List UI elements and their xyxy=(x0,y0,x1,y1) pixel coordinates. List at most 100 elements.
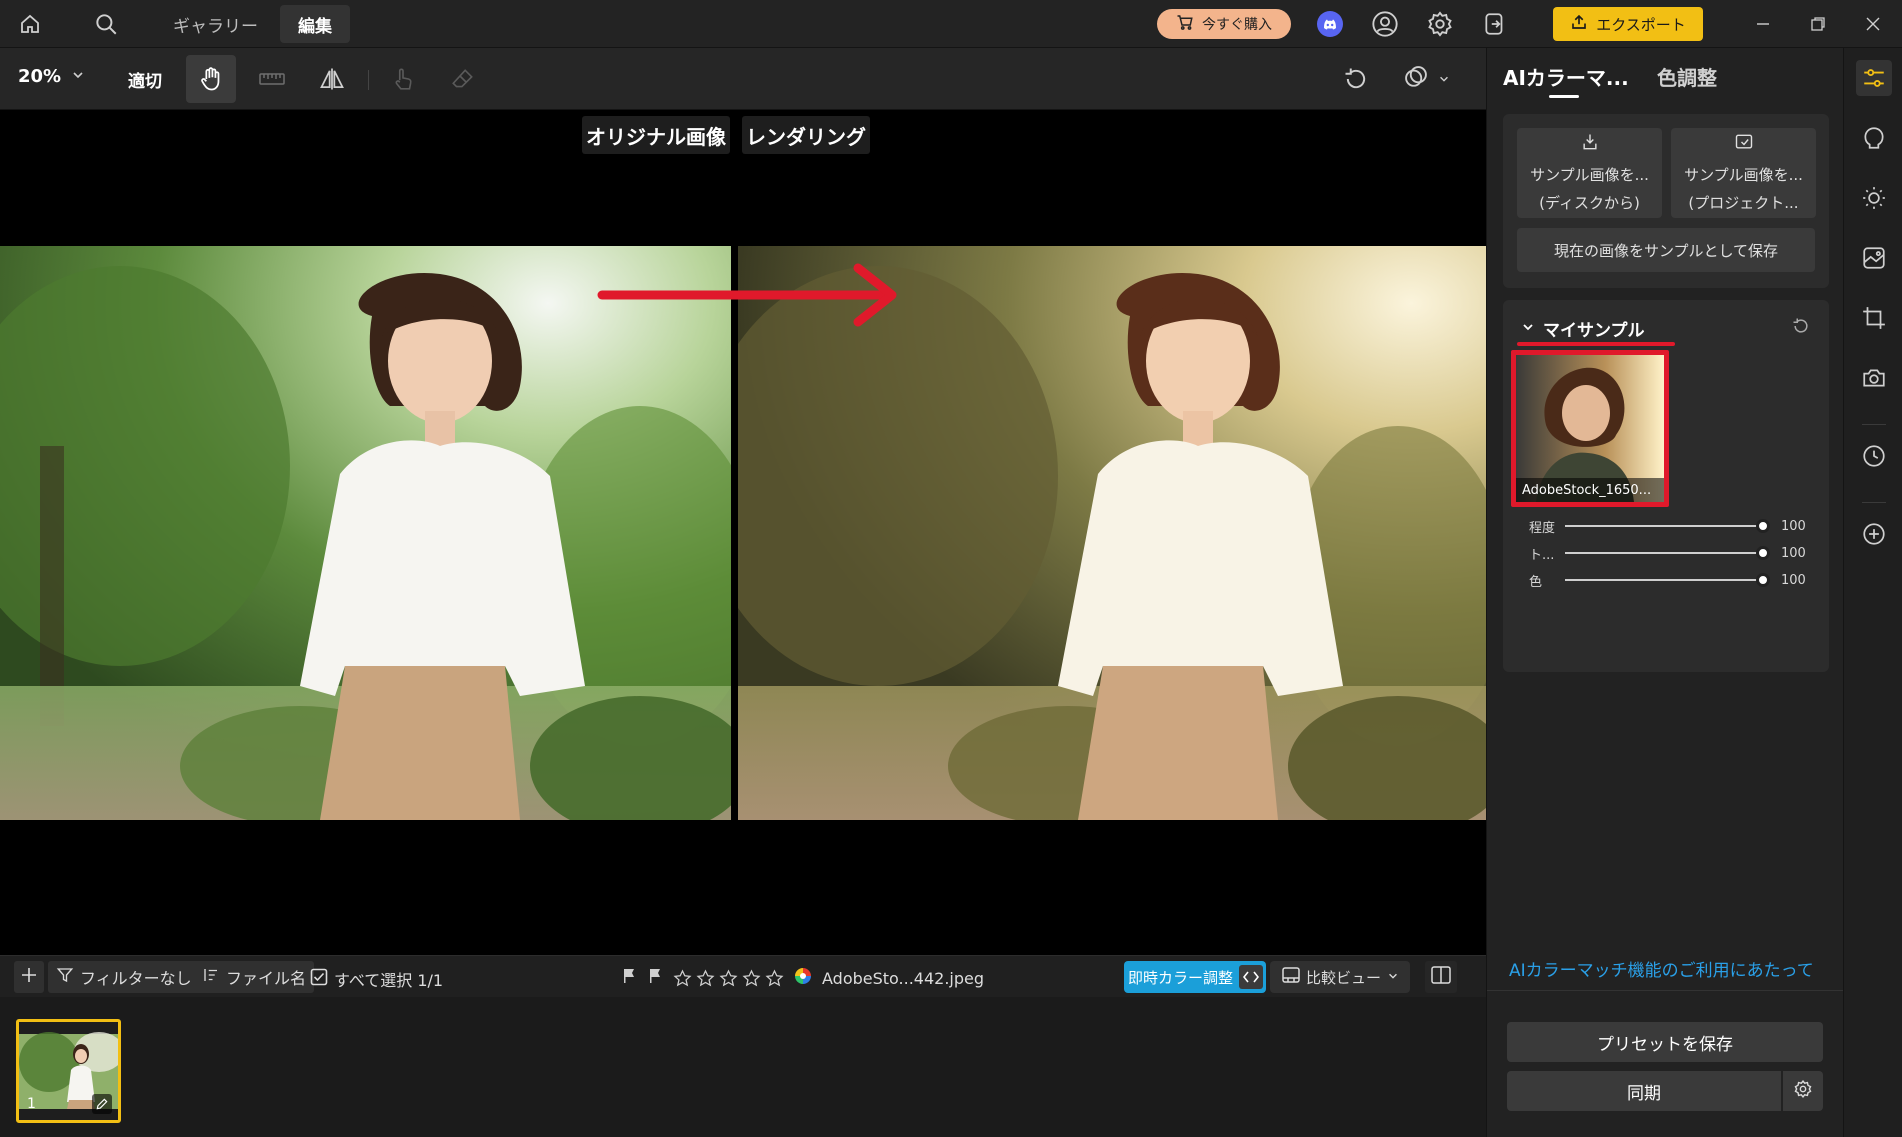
tab-color-adjust[interactable]: 色調整 xyxy=(1657,62,1717,91)
edited-pencil-icon xyxy=(92,1094,112,1114)
refresh-icon[interactable] xyxy=(1791,316,1811,340)
discord-icon[interactable] xyxy=(1316,10,1344,38)
slider-value: 100 xyxy=(1781,572,1806,588)
panel-divider xyxy=(1487,990,1844,991)
tone-slider[interactable]: ト... 100 xyxy=(1517,539,1815,567)
reset-icon[interactable] xyxy=(1331,55,1381,103)
zoom-dropdown[interactable]: 20% xyxy=(18,66,85,87)
sort-button[interactable]: ファイル名 xyxy=(194,961,315,993)
sample-from-project-button[interactable]: サンプル画像を... (プロジェクト... xyxy=(1671,128,1816,218)
account-icon[interactable] xyxy=(1371,10,1399,38)
red-underline-annotation xyxy=(1517,342,1675,346)
chevron-down-icon xyxy=(71,66,85,87)
reject-flag-icon[interactable] xyxy=(647,968,663,988)
tab-edit[interactable]: 編集 xyxy=(280,5,350,43)
color-slider[interactable]: 色 100 xyxy=(1517,566,1815,594)
cart-icon xyxy=(1176,13,1194,35)
add-icon[interactable] xyxy=(1856,516,1892,552)
overlay-menu[interactable] xyxy=(1391,55,1461,103)
star-icon xyxy=(673,969,692,986)
sample-disk-line1: サンプル画像を... xyxy=(1530,165,1649,184)
adjustment-panel: AIカラーマ... 色調整 サンプル画像を... (ディスクから) サンプル画像… xyxy=(1486,48,1844,1137)
search-icon[interactable] xyxy=(92,10,120,38)
sign-in-icon[interactable] xyxy=(1481,10,1509,38)
rail-divider xyxy=(1862,424,1886,425)
export-label: エクスポート xyxy=(1596,15,1686,34)
touch-tool-icon[interactable] xyxy=(378,55,428,103)
edit-toolbar: 20% 適切 xyxy=(0,48,1486,110)
sort-icon xyxy=(202,966,220,988)
split-view-icon xyxy=(1431,966,1451,988)
hand-tool-icon[interactable] xyxy=(186,55,236,103)
settings-icon[interactable] xyxy=(1426,10,1454,38)
slider-track[interactable] xyxy=(1565,546,1770,560)
sample-source-card: サンプル画像を... (ディスクから) サンプル画像を... (プロジェクト..… xyxy=(1503,114,1829,288)
strength-slider[interactable]: 程度 100 xyxy=(1517,512,1815,540)
split-view-button[interactable] xyxy=(1425,961,1457,993)
slider-track[interactable] xyxy=(1565,519,1770,533)
rating-controls: AdobeSto...442.jpeg xyxy=(621,967,984,989)
star-rating[interactable] xyxy=(673,969,784,988)
compare-divider[interactable] xyxy=(731,246,738,820)
checkbox-checked-icon xyxy=(310,968,328,990)
buy-now-label: 今すぐ購入 xyxy=(1202,17,1272,33)
history-icon[interactable] xyxy=(1856,438,1892,474)
ai-color-match-info-link[interactable]: AIカラーマッチ機能のご利用にあたって xyxy=(1509,956,1814,981)
thumbnail-index: 1 xyxy=(27,1096,36,1112)
slider-label: ト... xyxy=(1529,547,1555,563)
select-all-checkbox[interactable]: すべて選択 1/1 xyxy=(310,967,443,991)
compare-view-dropdown[interactable]: 比較ビュー xyxy=(1270,961,1410,993)
chevron-down-icon xyxy=(1438,70,1450,89)
slider-value: 100 xyxy=(1781,545,1806,561)
flag-icon[interactable] xyxy=(621,968,637,988)
instant-color-adjust-button[interactable]: 即時カラー調整 xyxy=(1124,961,1266,993)
import-disk-icon xyxy=(1580,132,1600,159)
instant-color-label: 即時カラー調整 xyxy=(1128,968,1234,987)
sample-from-disk-button[interactable]: サンプル画像を... (ディスクから) xyxy=(1517,128,1662,218)
fit-button[interactable]: 適切 xyxy=(128,67,162,92)
rendered-photo xyxy=(738,246,1486,820)
image-edit-icon[interactable] xyxy=(1856,240,1892,276)
ai-portrait-icon[interactable] xyxy=(1856,120,1892,156)
chevron-down-icon xyxy=(1521,319,1535,339)
active-tab-indicator xyxy=(1549,95,1579,98)
preview-canvas[interactable]: オリジナル画像 レンダリング xyxy=(0,110,1486,955)
eraser-icon[interactable] xyxy=(438,55,488,103)
slider-label: 程度 xyxy=(1529,520,1556,536)
crop-icon[interactable] xyxy=(1856,300,1892,336)
tab-ai-color-match[interactable]: AIカラーマ... xyxy=(1503,62,1629,91)
star-icon xyxy=(696,969,715,986)
sync-button[interactable]: 同期 xyxy=(1507,1071,1781,1111)
save-preset-button[interactable]: プリセットを保存 xyxy=(1507,1022,1823,1062)
add-image-button[interactable] xyxy=(14,961,44,993)
home-icon[interactable] xyxy=(16,10,44,38)
brightness-icon[interactable] xyxy=(1856,180,1892,216)
code-toggle-icon xyxy=(1239,965,1264,989)
tool-rail xyxy=(1843,48,1902,1137)
my-samples-header[interactable]: マイサンプル xyxy=(1521,316,1645,341)
filter-button[interactable]: フィルターなし xyxy=(48,961,200,993)
color-label-icon[interactable] xyxy=(794,967,812,989)
slider-knob[interactable] xyxy=(1756,573,1770,587)
filmstrip-thumbnail[interactable]: 1 xyxy=(16,1019,121,1123)
slider-label: 色 xyxy=(1529,574,1543,590)
rendered-image-label: レンダリング xyxy=(742,116,870,154)
slider-knob[interactable] xyxy=(1756,546,1770,560)
compare-view-icon xyxy=(1282,967,1300,987)
buy-now-button[interactable]: 今すぐ購入 xyxy=(1157,9,1291,39)
flip-icon[interactable] xyxy=(307,55,357,103)
compare-view-label: 比較ビュー xyxy=(1306,968,1382,987)
minimize-icon[interactable] xyxy=(1749,10,1777,38)
sync-settings-button[interactable] xyxy=(1783,1071,1823,1111)
tab-gallery[interactable]: ギャラリー xyxy=(155,5,276,43)
save-current-as-sample-button[interactable]: 現在の画像をサンプルとして保存 xyxy=(1517,228,1815,272)
adjust-sliders-icon[interactable] xyxy=(1856,60,1892,96)
export-button[interactable]: エクスポート xyxy=(1553,7,1703,41)
slider-track[interactable] xyxy=(1565,573,1770,587)
camera-icon[interactable] xyxy=(1856,360,1892,396)
ruler-icon[interactable] xyxy=(247,55,297,103)
close-icon[interactable] xyxy=(1859,10,1887,38)
restore-icon[interactable] xyxy=(1804,10,1832,38)
sample-thumbnail[interactable]: AdobeStock_1650... xyxy=(1511,350,1669,507)
slider-knob[interactable] xyxy=(1756,519,1770,533)
